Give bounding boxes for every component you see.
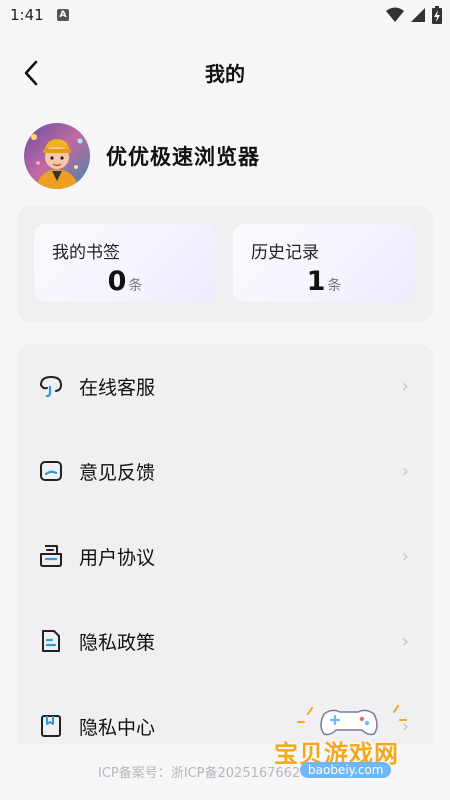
menu-item-privacy-policy[interactable]: 隐私政策 › bbox=[17, 611, 433, 671]
bookmarks-label: 我的书签 bbox=[52, 243, 120, 263]
chevron-right-icon: › bbox=[401, 630, 409, 652]
watermark-url: baobeiy.com bbox=[300, 762, 392, 778]
bookmarks-stat[interactable]: 我的书签 0条 bbox=[34, 224, 216, 302]
chevron-right-icon: › bbox=[401, 375, 409, 397]
status-time: 1:41 bbox=[10, 6, 44, 24]
chevron-right-icon: › bbox=[401, 545, 409, 567]
profile-section: 优优极速浏览器 bbox=[24, 122, 260, 190]
avatar-image bbox=[24, 123, 90, 189]
bookmarks-unit: 条 bbox=[128, 278, 143, 294]
page-title: 我的 bbox=[205, 62, 245, 86]
notification-a-icon: A bbox=[57, 9, 69, 21]
battery-icon bbox=[432, 6, 442, 24]
status-bar: 1:41 A bbox=[0, 0, 450, 32]
wifi-icon bbox=[386, 7, 404, 22]
bookmarks-value: 0条 bbox=[34, 266, 216, 297]
menu-label-user-agreement: 用户协议 bbox=[79, 546, 156, 569]
bookmarks-count: 0 bbox=[107, 266, 127, 297]
menu-label-customer-service: 在线客服 bbox=[79, 376, 156, 399]
history-count: 1 bbox=[306, 266, 326, 297]
avatar[interactable] bbox=[24, 123, 90, 189]
menu-card: 在线客服 › 意见反馈 › 用户协议 › 隐私政策 › 隐私中心 › bbox=[17, 344, 433, 744]
privacy-policy-icon bbox=[37, 627, 65, 655]
menu-item-user-agreement[interactable]: 用户协议 › bbox=[17, 526, 433, 586]
menu-label-privacy-center: 隐私中心 bbox=[79, 716, 156, 739]
menu-label-feedback: 意见反馈 bbox=[79, 461, 156, 484]
history-label: 历史记录 bbox=[251, 243, 319, 263]
privacy-center-icon bbox=[37, 712, 65, 740]
history-stat[interactable]: 历史记录 1条 bbox=[233, 224, 415, 302]
watermark-logo: 宝贝游戏网 baobeiy.com bbox=[274, 700, 424, 792]
signal-icon bbox=[411, 8, 425, 22]
feedback-icon bbox=[37, 457, 65, 485]
stats-card: 我的书签 0条 历史记录 1条 bbox=[17, 206, 433, 322]
user-agreement-icon bbox=[37, 542, 65, 570]
menu-label-privacy-policy: 隐私政策 bbox=[79, 631, 156, 654]
profile-name: 优优极速浏览器 bbox=[106, 145, 260, 169]
icp-footer: ICP备案号：浙ICP备2025167662 bbox=[98, 766, 301, 781]
status-icons bbox=[386, 6, 442, 24]
menu-item-customer-service[interactable]: 在线客服 › bbox=[17, 356, 433, 416]
history-value: 1条 bbox=[233, 266, 415, 297]
chevron-right-icon: › bbox=[401, 460, 409, 482]
header: 我的 bbox=[0, 48, 450, 96]
menu-item-feedback[interactable]: 意见反馈 › bbox=[17, 441, 433, 501]
history-unit: 条 bbox=[327, 278, 342, 294]
customer-service-icon bbox=[37, 372, 65, 400]
